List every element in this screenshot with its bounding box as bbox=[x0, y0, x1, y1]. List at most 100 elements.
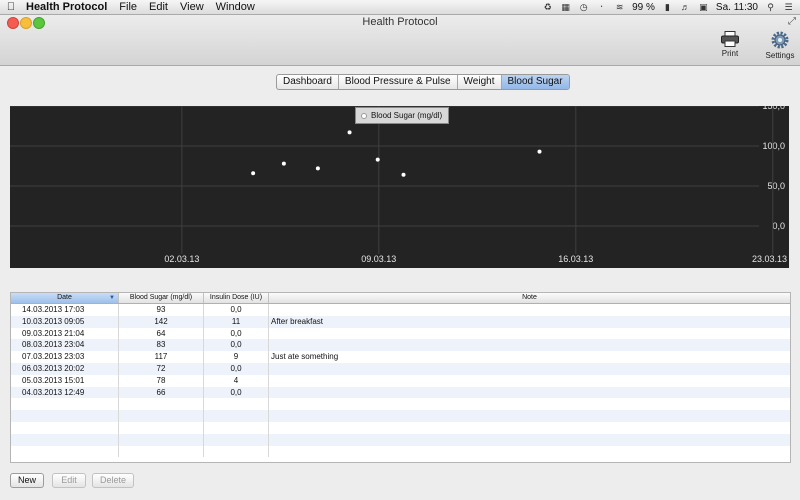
print-button[interactable]: Print bbox=[712, 31, 748, 58]
data-point bbox=[401, 172, 406, 177]
wifi-icon[interactable]: ≋ bbox=[614, 2, 625, 12]
apple-icon[interactable]:  bbox=[0, 1, 22, 13]
view-tabs: Dashboard Blood Pressure & Pulse Weight … bbox=[276, 74, 570, 90]
note-cell bbox=[269, 398, 790, 410]
note-cell bbox=[269, 304, 790, 316]
date-cell bbox=[11, 433, 119, 446]
blood-sugar-cell bbox=[119, 421, 204, 434]
clock[interactable]: Sa. 11:30 bbox=[716, 2, 758, 13]
tab-weight[interactable]: Weight bbox=[458, 75, 502, 89]
insulin-dose-cell: 0,0 bbox=[204, 362, 269, 375]
x-tick-label: 09.03.13 bbox=[361, 254, 396, 264]
insulin-dose-cell bbox=[204, 445, 269, 458]
tab-dashboard[interactable]: Dashboard bbox=[277, 75, 339, 89]
blood-sugar-cell: 83 bbox=[119, 339, 204, 352]
table-row[interactable]: 07.03.2013 23:03 117 9 Just ate something bbox=[11, 351, 790, 363]
y-tick-label: 100,0 bbox=[762, 141, 785, 151]
edit-button[interactable]: Edit bbox=[52, 473, 86, 488]
insulin-dose-cell bbox=[204, 421, 269, 434]
date-cell: 07.03.2013 23:03 bbox=[11, 351, 119, 363]
measurements-table: Date ▼ Blood Sugar (mg/dl) Insulin Dose … bbox=[10, 292, 791, 463]
blood-sugar-cell: 64 bbox=[119, 327, 204, 340]
menu-view[interactable]: View bbox=[174, 1, 210, 13]
table-row[interactable]: 10.03.2013 09:05 142 11 After breakfast bbox=[11, 315, 790, 328]
keyboard-flag-icon[interactable]: ▣ bbox=[698, 2, 709, 12]
column-header-blood-sugar[interactable]: Blood Sugar (mg/dl) bbox=[119, 293, 204, 303]
new-button[interactable]: New bbox=[10, 473, 44, 488]
insulin-dose-cell bbox=[204, 398, 269, 411]
note-cell: Just ate something bbox=[271, 352, 339, 362]
note-cell: After breakfast bbox=[271, 316, 324, 326]
y-tick-label: 0,0 bbox=[772, 221, 785, 231]
blood-sugar-cell bbox=[119, 433, 204, 446]
legend-label: Blood Sugar (mg/dl) bbox=[371, 111, 443, 120]
note-cell bbox=[269, 410, 790, 422]
note-cell bbox=[269, 375, 790, 387]
note-cell bbox=[269, 434, 790, 446]
print-label: Print bbox=[721, 49, 739, 58]
table-row[interactable]: 05.03.2013 15:01 78 4 bbox=[11, 374, 790, 387]
notification-center-icon[interactable]: ☰ bbox=[783, 2, 794, 12]
grid-icon[interactable]: ▦ bbox=[560, 2, 571, 12]
chart-plot: 0,050,0100,0150,0200,0250,002.03.1309.03… bbox=[10, 106, 787, 264]
note-cell bbox=[269, 387, 790, 399]
column-header-date-label: Date bbox=[57, 294, 72, 301]
insulin-dose-cell: 0,0 bbox=[204, 304, 269, 316]
tab-blood-sugar[interactable]: Blood Sugar bbox=[501, 75, 569, 89]
chart-legend: Blood Sugar (mg/dl) bbox=[355, 107, 450, 124]
menu-bar:  Health Protocol File Edit View Window … bbox=[0, 0, 800, 15]
x-tick-label: 02.03.13 bbox=[164, 254, 199, 264]
table-row[interactable]: 14.03.2013 17:03 93 0,0 bbox=[11, 304, 790, 316]
column-header-date[interactable]: Date ▼ bbox=[11, 293, 119, 303]
main-window: Health Protocol ⤢ Print Settings Dashboa… bbox=[0, 15, 800, 500]
column-header-insulin-dose[interactable]: Insulin Dose (IU) bbox=[204, 293, 269, 303]
insulin-dose-cell: 0,0 bbox=[204, 327, 269, 340]
table-row[interactable]: 09.03.2013 21:04 64 0,0 bbox=[11, 327, 790, 340]
date-cell bbox=[11, 421, 119, 434]
blood-sugar-cell bbox=[119, 398, 204, 411]
note-cell bbox=[269, 363, 790, 375]
table-row[interactable]: 08.03.2013 23:04 83 0,0 bbox=[11, 339, 790, 352]
blood-sugar-cell: 66 bbox=[119, 386, 204, 399]
data-point bbox=[375, 157, 380, 162]
insulin-dose-cell: 0,0 bbox=[204, 386, 269, 399]
app-menu[interactable]: Health Protocol bbox=[22, 1, 113, 13]
blood-sugar-cell: 78 bbox=[119, 374, 204, 387]
date-cell: 04.03.2013 12:49 bbox=[11, 386, 119, 399]
delete-button[interactable]: Delete bbox=[92, 473, 134, 488]
status-area: ♻ ▦ ◷ ᛫ ≋ 99 % ▮ ♬ ▣ Sa. 11:30 ⚲ ☰ bbox=[542, 2, 800, 13]
insulin-dose-cell: 0,0 bbox=[204, 339, 269, 352]
settings-button[interactable]: Settings bbox=[762, 31, 798, 60]
sync-icon[interactable]: ♻ bbox=[542, 2, 553, 12]
date-cell: 14.03.2013 17:03 bbox=[11, 304, 119, 316]
date-cell: 09.03.2013 21:04 bbox=[11, 327, 119, 340]
column-header-note[interactable]: Note bbox=[269, 293, 790, 303]
y-tick-label: 150,0 bbox=[762, 106, 785, 111]
time-machine-icon[interactable]: ◷ bbox=[578, 2, 589, 12]
bluetooth-icon[interactable]: ᛫ bbox=[596, 2, 607, 12]
menu-edit[interactable]: Edit bbox=[143, 1, 174, 13]
fullscreen-icon[interactable]: ⤢ bbox=[788, 16, 796, 27]
note-cell bbox=[269, 339, 790, 351]
table-row[interactable]: 04.03.2013 12:49 66 0,0 bbox=[11, 386, 790, 399]
menu-file[interactable]: File bbox=[113, 1, 143, 13]
legend-marker bbox=[361, 112, 367, 119]
tab-blood-pressure-pulse[interactable]: Blood Pressure & Pulse bbox=[339, 75, 458, 89]
table-header: Date ▼ Blood Sugar (mg/dl) Insulin Dose … bbox=[11, 293, 790, 304]
battery-icon[interactable]: ▮ bbox=[662, 2, 673, 12]
insulin-dose-cell: 9 bbox=[204, 351, 269, 363]
blood-sugar-cell bbox=[119, 445, 204, 458]
blood-sugar-chart: 0,050,0100,0150,0200,0250,002.03.1309.03… bbox=[10, 106, 789, 268]
spotlight-icon[interactable]: ⚲ bbox=[765, 2, 776, 12]
data-point bbox=[315, 166, 320, 171]
table-row[interactable]: 06.03.2013 20:02 72 0,0 bbox=[11, 362, 790, 375]
blood-sugar-cell: 142 bbox=[119, 315, 204, 328]
volume-icon[interactable]: ♬ bbox=[680, 2, 691, 12]
insulin-dose-cell: 4 bbox=[204, 374, 269, 387]
blood-sugar-cell: 72 bbox=[119, 362, 204, 375]
menu-window[interactable]: Window bbox=[210, 1, 261, 13]
date-cell bbox=[11, 398, 119, 411]
empty-table-row bbox=[11, 410, 790, 422]
printer-icon bbox=[721, 31, 739, 47]
battery-percent[interactable]: 99 % bbox=[632, 2, 655, 13]
